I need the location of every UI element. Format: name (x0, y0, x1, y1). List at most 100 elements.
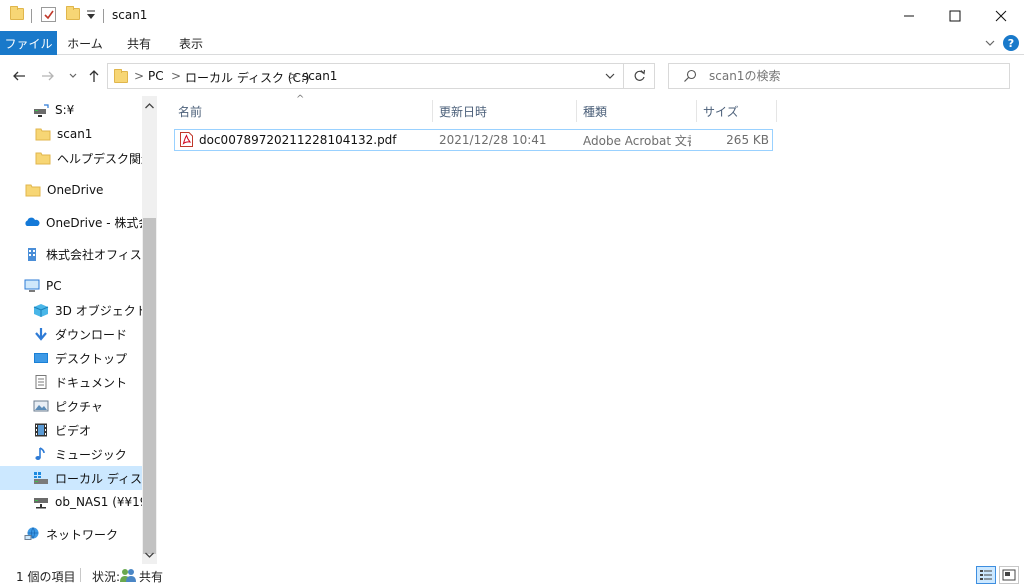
breadcrumb-separator: > (134, 69, 145, 83)
sidebar-item-label: ピクチャ (55, 399, 103, 414)
sidebar-item-label: ミュージック (55, 447, 127, 462)
back-button[interactable] (9, 66, 29, 86)
sidebar-item-label: S:¥ (55, 103, 75, 117)
sidebar-item-label: ダウンロード (55, 327, 128, 342)
sidebar-item-3d-objects[interactable]: 3D オブジェクト (0, 298, 148, 322)
sidebar-item-label: 3D オブジェクト (55, 303, 148, 318)
forward-button[interactable] (38, 66, 58, 86)
pc-icon (24, 279, 40, 293)
pictures-icon (33, 399, 49, 413)
scroll-up-arrow-icon[interactable] (144, 100, 155, 114)
network-drive-icon (33, 103, 49, 117)
local-disk-icon (33, 471, 49, 485)
sidebar-item-onedrive[interactable]: OneDrive (0, 178, 142, 202)
sidebar-item-pc[interactable]: PC (0, 274, 142, 298)
3d-objects-icon (33, 303, 49, 317)
tab-view[interactable]: 表示 (165, 31, 217, 55)
sidebar-scrollbar[interactable] (142, 96, 157, 564)
divider (103, 9, 104, 23)
sidebar-item-documents[interactable]: ドキュメント (0, 370, 142, 394)
file-type: Adobe Acrobat 文書 (583, 133, 691, 148)
properties-icon[interactable] (41, 7, 56, 22)
onedrive-cloud-icon (24, 215, 40, 229)
breadcrumb-scan1[interactable]: scan1 (302, 69, 337, 83)
recent-locations-button[interactable] (63, 66, 83, 86)
music-icon (33, 447, 49, 461)
download-icon (33, 327, 49, 341)
desktop-icon (33, 351, 49, 365)
scroll-down-arrow-icon[interactable] (144, 549, 155, 563)
column-header-modified[interactable]: 更新日時 (439, 100, 569, 122)
video-icon (33, 423, 49, 437)
column-divider[interactable] (696, 100, 697, 122)
folder-icon (25, 183, 41, 197)
sidebar-item-videos[interactable]: ビデオ (0, 418, 142, 442)
minimize-button[interactable] (886, 0, 932, 31)
sidebar-item-scan1[interactable]: scan1 (0, 122, 142, 146)
scrollbar-thumb[interactable] (143, 218, 156, 554)
search-icon (683, 69, 697, 86)
sidebar-item-label: ドキュメント (55, 375, 128, 390)
breadcrumb-separator: > (288, 69, 299, 83)
sidebar-item-label: ヘルプデスク関連 (57, 151, 154, 166)
breadcrumb-separator: > (171, 69, 182, 83)
tab-home[interactable]: ホーム (57, 31, 113, 55)
column-divider[interactable] (432, 100, 433, 122)
breadcrumb-pc[interactable]: PC (148, 69, 164, 83)
column-header-name[interactable]: 名前 (178, 100, 428, 122)
customize-quick-access-icon[interactable] (86, 7, 96, 24)
pdf-file-icon (180, 132, 193, 150)
refresh-icon[interactable] (633, 69, 646, 86)
sidebar-item-pictures[interactable]: ピクチャ (0, 394, 142, 418)
sidebar-item-helpdesk[interactable]: ヘルプデスク関連 (0, 146, 153, 170)
help-icon[interactable]: ? (1003, 35, 1019, 51)
sidebar-item-music[interactable]: ミュージック (0, 442, 142, 466)
column-divider[interactable] (776, 100, 777, 122)
close-button[interactable] (978, 0, 1024, 31)
maximize-button[interactable] (932, 0, 978, 31)
folder-icon (35, 151, 51, 165)
sidebar-item-label: 株式会社オフィスバスター (46, 247, 157, 262)
column-header-size[interactable]: サイズ (703, 100, 773, 122)
folder-icon (10, 6, 24, 20)
details-view-button[interactable] (976, 566, 996, 584)
search-box[interactable] (668, 63, 1010, 89)
navigation-bar: > PC > ローカル ディスク (C:) > scan1 (0, 55, 1024, 96)
sidebar-item-s-drive[interactable]: S:¥ (0, 98, 142, 122)
title-bar: scan1 (0, 0, 1024, 31)
sidebar-item-nas[interactable]: ob_NAS1 (¥¥192.168 (0, 490, 157, 514)
sidebar-item-desktop[interactable]: デスクトップ (0, 346, 142, 370)
divider (80, 568, 81, 582)
folder-icon (114, 69, 128, 83)
sidebar-item-downloads[interactable]: ダウンロード (0, 322, 142, 346)
network-icon (24, 527, 40, 541)
search-input[interactable] (709, 67, 999, 85)
address-bar[interactable]: > PC > ローカル ディスク (C:) > scan1 (107, 63, 655, 89)
column-divider[interactable] (576, 100, 577, 122)
sidebar-item-label: ビデオ (55, 423, 92, 438)
sidebar-item-label: OneDrive (47, 183, 104, 197)
sidebar-item-local-disk-c[interactable]: ローカル ディスク (C:) (0, 466, 157, 490)
folder-icon (35, 127, 51, 141)
sidebar-item-label: OneDrive - 株式会社 (46, 215, 157, 230)
tab-file[interactable]: ファイル (0, 31, 57, 55)
tab-share[interactable]: 共有 (113, 31, 165, 55)
building-icon (24, 247, 40, 261)
sidebar-item-network[interactable]: ネットワーク (0, 522, 142, 546)
network-drive-icon (33, 495, 49, 509)
new-folder-icon[interactable] (66, 6, 80, 20)
sidebar-item-company-sharepoint[interactable]: 株式会社オフィスバスター (0, 242, 157, 266)
table-row[interactable]: doc00789720211228104132.pdf 2021/12/28 1… (174, 129, 773, 151)
column-header-type[interactable]: 種類 (583, 100, 693, 122)
up-button[interactable] (84, 66, 104, 86)
sidebar-item-label: デスクトップ (55, 351, 128, 366)
address-dropdown-icon[interactable] (604, 70, 616, 85)
divider (31, 9, 32, 23)
file-name[interactable]: doc00789720211228104132.pdf (199, 130, 429, 150)
large-icons-view-button[interactable] (999, 566, 1019, 584)
item-count: 1 個の項目 (16, 570, 76, 584)
sidebar-item-onedrive-business[interactable]: OneDrive - 株式会社 (0, 210, 157, 234)
ribbon-tabs: ファイル ホーム 共有 表示 ? (0, 31, 1024, 55)
file-modified: 2021/12/28 10:41 (439, 133, 547, 147)
expand-ribbon-icon[interactable] (983, 36, 997, 50)
